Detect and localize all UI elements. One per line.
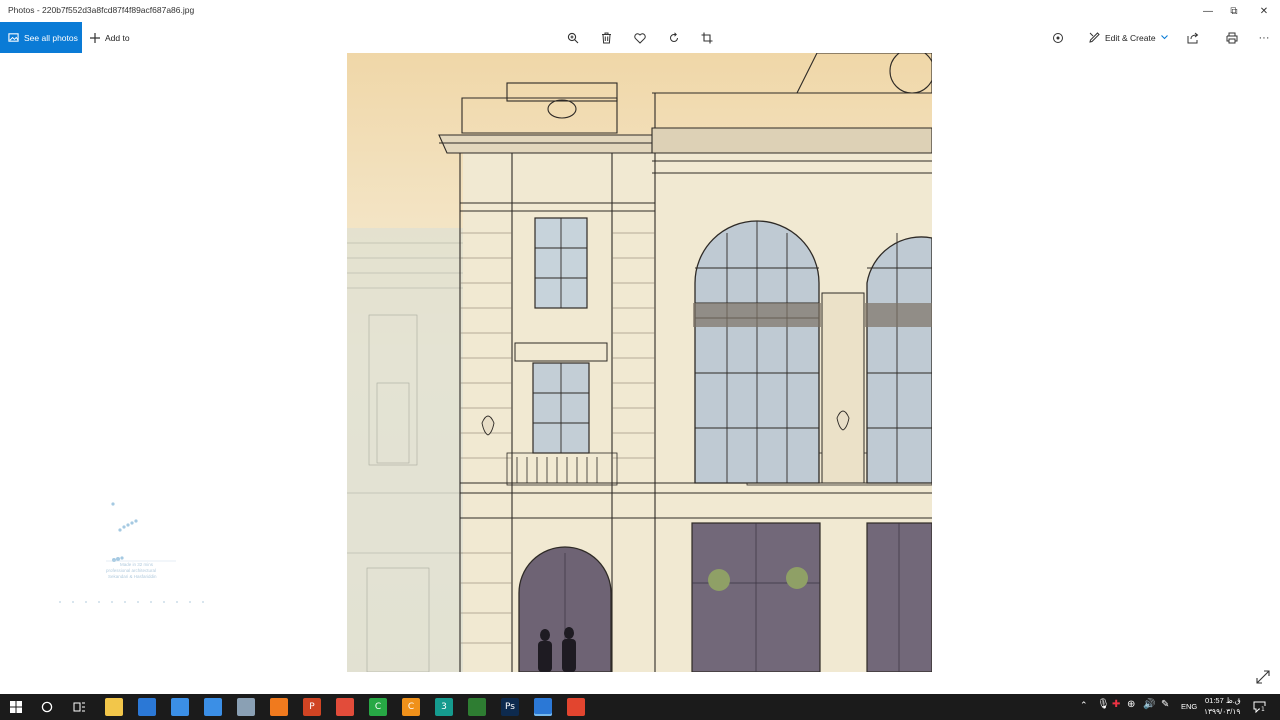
powerpoint-icon: P	[309, 702, 315, 712]
tray-overflow-icon[interactable]: ⌃	[1080, 700, 1088, 711]
taskbar-app-3dsmax[interactable]: 3	[435, 698, 453, 716]
printer-icon	[1226, 32, 1238, 44]
print-button[interactable]	[1224, 30, 1240, 46]
displayed-photo[interactable]	[347, 53, 932, 672]
chevron-down-icon	[1160, 35, 1168, 40]
rotate-button[interactable]	[666, 30, 682, 46]
zoom-icon	[567, 32, 579, 44]
restore-button[interactable]: ⧉	[1218, 0, 1250, 22]
globe-icon[interactable]: ⊕	[1127, 699, 1135, 710]
pen-icon[interactable]: ✎	[1161, 699, 1169, 710]
add-to-button[interactable]: Add to	[90, 22, 130, 53]
taskbar-app-store[interactable]	[138, 698, 156, 716]
close-button[interactable]: ✕	[1248, 0, 1280, 22]
taskbar-app-powerpoint[interactable]: P	[303, 698, 321, 716]
minimize-icon: —	[1203, 5, 1213, 17]
taskbar-app-recorder[interactable]	[567, 698, 585, 716]
task-view-button[interactable]	[70, 698, 88, 716]
trash-icon	[601, 32, 611, 44]
notification-count: 1	[1260, 706, 1266, 713]
facade-sketch-image	[347, 53, 932, 672]
start-button[interactable]	[7, 698, 25, 716]
crop-button[interactable]	[699, 30, 715, 46]
share-icon	[1187, 32, 1199, 44]
taskbar-app-mail[interactable]	[171, 698, 189, 716]
delete-button[interactable]	[598, 30, 614, 46]
expand-icon	[1256, 670, 1270, 684]
close-icon: ✕	[1259, 5, 1269, 17]
window-title: Photos - 220b7f552d3a8fcd87f4f89acf687a8…	[8, 5, 195, 15]
cortana-icon	[41, 701, 53, 713]
favorite-button[interactable]	[632, 30, 648, 46]
taskbar-app-search-app[interactable]	[270, 698, 288, 716]
language-indicator[interactable]: ENG	[1181, 702, 1197, 711]
more-icon: ···	[1258, 32, 1270, 44]
taskbar-app-photos[interactable]	[534, 698, 552, 716]
taskbar-app-file-explorer[interactable]	[105, 698, 123, 716]
add-to-label: Add to	[105, 32, 130, 43]
app-orange-icon: C	[407, 702, 415, 712]
cortana-button[interactable]	[38, 698, 56, 716]
crop-icon	[701, 32, 713, 44]
enhance-icon	[1053, 33, 1063, 43]
taskbar: P C C 3 Ps ⌃ 🎙 ✚ ⊕ 🔊 ✎ ENG 01:57 ق.ظ ۱۳۹۹/۰۳…	[0, 694, 1280, 720]
task-view-icon	[73, 702, 85, 712]
photo-viewer: Made in 32 mins professional architectur…	[0, 53, 1280, 694]
title-bar: Photos - 220b7f552d3a8fcd87f4f89acf687a8…	[0, 0, 1280, 22]
restore-icon: ⧉	[1230, 5, 1238, 17]
photos-icon	[8, 33, 19, 42]
share-button[interactable]	[1185, 30, 1201, 46]
see-all-photos-button[interactable]: See all photos	[0, 22, 82, 53]
action-center-button[interactable]: 1	[1250, 698, 1268, 716]
rotate-icon	[670, 32, 678, 42]
photoshop-icon: Ps	[505, 702, 515, 712]
taskbar-app-chrome[interactable]	[336, 698, 354, 716]
toolbar: See all photos Add to Edit & Create ···	[0, 22, 1280, 53]
plus-icon	[90, 32, 100, 43]
watermark-line3: Sekandari & Hasfariddin	[108, 574, 157, 579]
microphone-icon[interactable]: 🎙	[1097, 699, 1110, 710]
watermark-line2: professional architectural	[106, 568, 156, 573]
camtasia-icon: C	[374, 702, 382, 712]
windows-icon	[10, 701, 22, 713]
enhance-button[interactable]	[1050, 30, 1066, 46]
heart-icon	[634, 32, 646, 44]
3dsmax-icon: 3	[441, 702, 447, 712]
zoom-button[interactable]	[565, 30, 581, 46]
clock-time[interactable]: 01:57 ق.ظ	[1205, 696, 1241, 705]
edit-create-button[interactable]: Edit & Create	[1089, 22, 1168, 53]
taskbar-app-camtasia[interactable]: C	[369, 698, 387, 716]
volume-icon[interactable]: 🔊	[1143, 699, 1155, 710]
fullscreen-button[interactable]	[1256, 670, 1272, 686]
clock-date[interactable]: ۱۳۹۹/۰۳/۱۹	[1204, 707, 1240, 716]
see-all-photos-label: See all photos	[24, 32, 78, 43]
watermark: Made in 32 mins professional architectur…	[58, 500, 208, 610]
edit-icon	[1089, 32, 1100, 43]
taskbar-app-app-orange[interactable]: C	[402, 698, 420, 716]
watermark-dots-icon: Made in 32 mins professional architectur…	[59, 502, 204, 603]
more-options-button[interactable]: ···	[1256, 30, 1272, 46]
taskbar-app-app-blue[interactable]	[204, 698, 222, 716]
taskbar-app-app-gray[interactable]	[237, 698, 255, 716]
antivirus-icon[interactable]: ✚	[1112, 699, 1120, 710]
watermark-line1: Made in 32 mins	[120, 562, 154, 567]
edit-create-label: Edit & Create	[1105, 32, 1156, 43]
taskbar-app-app-green[interactable]	[468, 698, 486, 716]
taskbar-app-photoshop[interactable]: Ps	[501, 698, 519, 716]
